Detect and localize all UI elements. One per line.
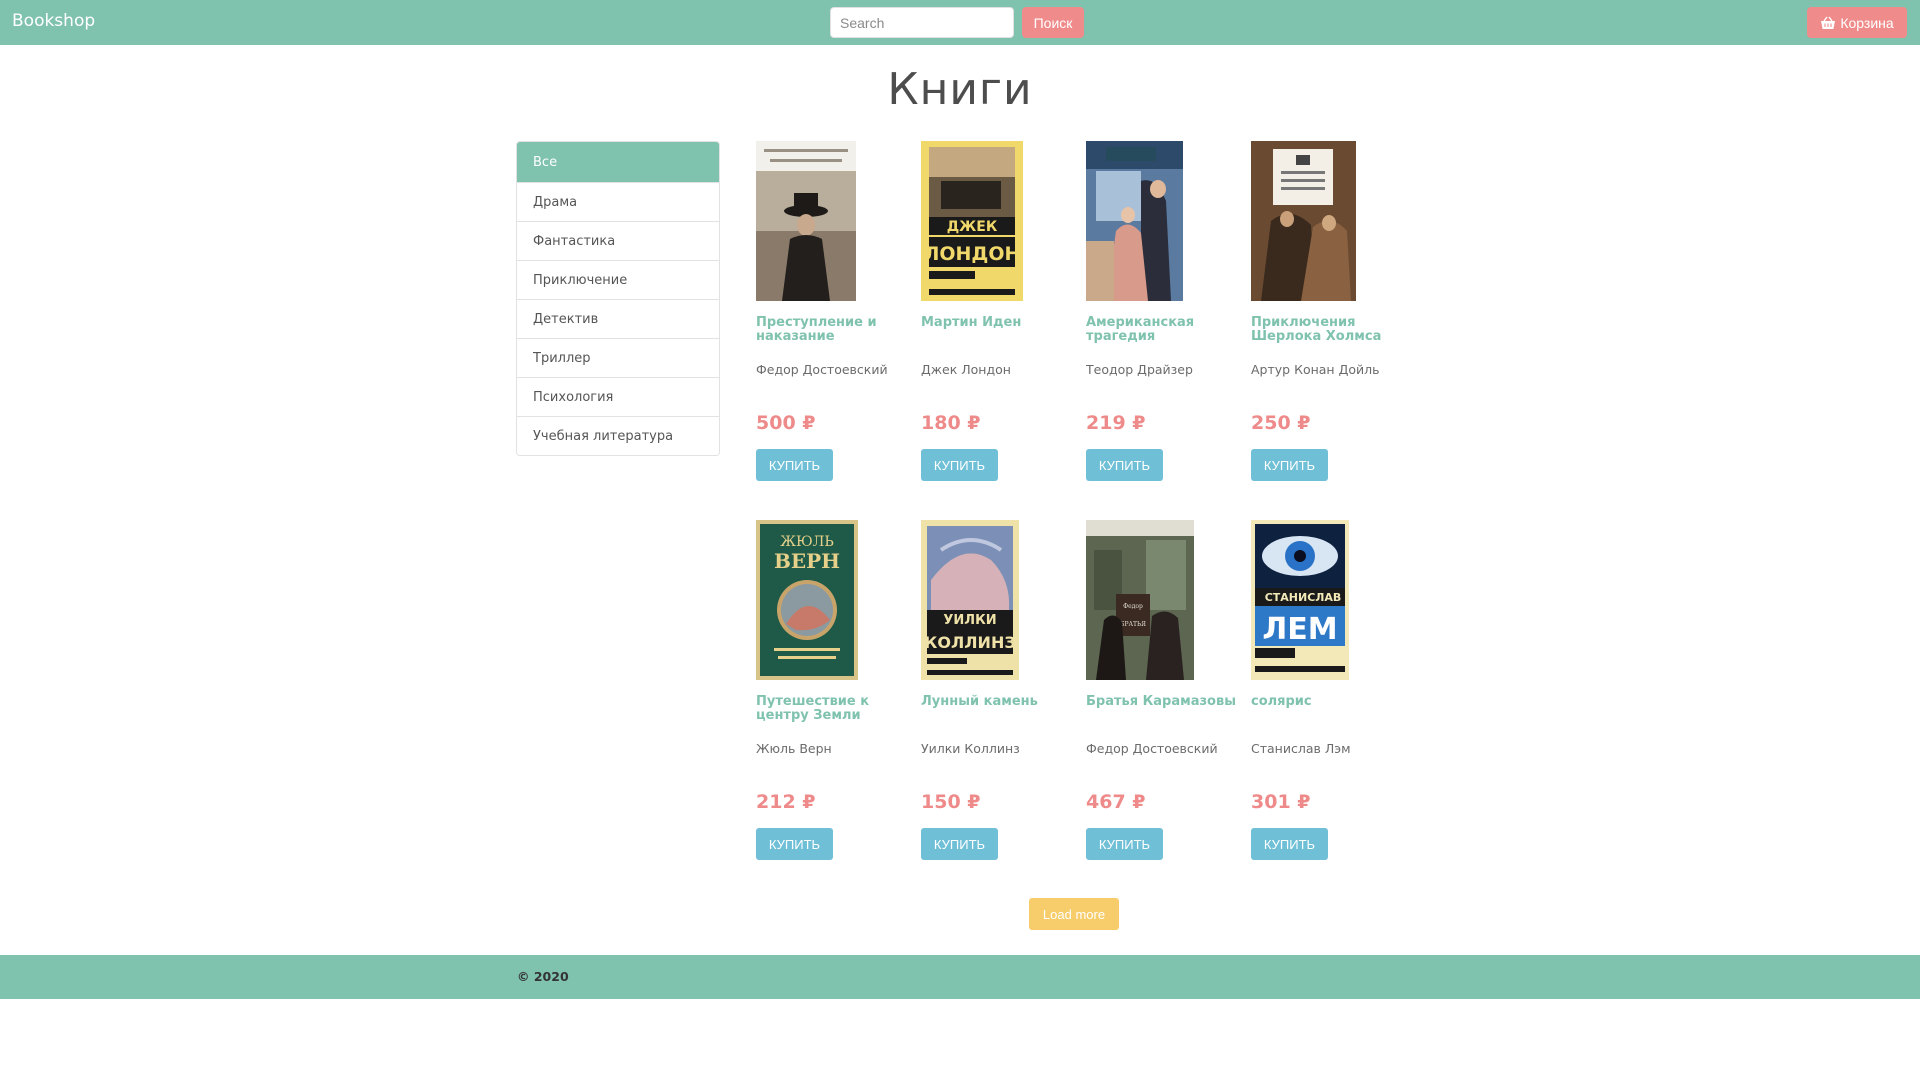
category-item-educational[interactable]: Учебная литература [517,416,719,455]
category-item-fantasy[interactable]: Фантастика [517,221,719,260]
book-price: 500 ₽ [756,412,816,434]
footer: © 2020 [0,955,1920,999]
brand-logo[interactable]: Bookshop [12,11,95,31]
book-card: ЖЮЛЬ ВЕРН Путешествие к центру Земли Жюл… [756,520,906,860]
load-more-button[interactable]: Load more [1029,898,1119,930]
book-price: 467 ₽ [1086,791,1146,813]
buy-button[interactable]: КУПИТЬ [1086,828,1163,860]
book-author: Станислав Лэм [1251,741,1351,756]
book-author: Федор Достоевский [756,362,888,377]
book-card: УИЛКИ КОЛЛИНЗ Лунный камень Уилки Коллин… [921,520,1071,860]
page-title: Книги [887,64,1033,115]
category-item-drama[interactable]: Драма [517,182,719,221]
svg-text:ДЖЕК: ДЖЕК [947,219,998,235]
book-cover-image[interactable]: Федор БРАТЬЯ [1086,520,1236,680]
book-cover-image[interactable] [1086,141,1236,301]
book-author: Теодор Драйзер [1086,362,1193,377]
buy-button[interactable]: КУПИТЬ [921,449,998,481]
book-card: Приключения Шерлока Холмса Артур Конан Д… [1251,141,1401,481]
copyright-text: © 2020 [517,969,569,984]
book-price: 180 ₽ [921,412,981,434]
category-item-detective[interactable]: Детектив [517,299,719,338]
svg-text:СТАНИСЛАВ: СТАНИСЛАВ [1265,591,1342,604]
book-author: Джек Лондон [921,362,1011,377]
book-author: Уилки Коллинз [921,741,1020,756]
svg-text:БРАТЬЯ: БРАТЬЯ [1120,621,1146,628]
category-item-thriller[interactable]: Триллер [517,338,719,377]
book-price: 150 ₽ [921,791,981,813]
book-price: 219 ₽ [1086,412,1146,434]
book-title-link[interactable]: Путешествие к центру Земли [756,695,906,725]
book-card: ДЖЕК ЛОНДОН Мартин Иден Джек Лондон 180 … [921,141,1071,481]
category-item-all[interactable]: Все [517,142,719,182]
book-title-link[interactable]: Лунный камень [921,695,1071,725]
category-item-adventure[interactable]: Приключение [517,260,719,299]
svg-text:ЖЮЛЬ: ЖЮЛЬ [780,534,834,550]
book-author: Жюль Верн [756,741,832,756]
svg-text:ЛОНДОН: ЛОНДОН [924,243,1021,265]
search-input[interactable] [830,7,1014,38]
svg-text:УИЛКИ: УИЛКИ [943,613,996,628]
book-cover-image[interactable]: УИЛКИ КОЛЛИНЗ [921,520,1071,680]
book-price: 301 ₽ [1251,791,1311,813]
cart-label: Корзина [1840,14,1894,31]
svg-text:ЛЕМ: ЛЕМ [1262,612,1337,647]
book-title-link[interactable]: Мартин Иден [921,316,1071,346]
book-price: 212 ₽ [756,791,816,813]
book-cover-image[interactable]: СТАНИСЛАВ ЛЕМ [1251,520,1401,680]
buy-button[interactable]: КУПИТЬ [1251,449,1328,481]
book-cover-image[interactable] [1251,141,1401,301]
buy-button[interactable]: КУПИТЬ [756,828,833,860]
buy-button[interactable]: КУПИТЬ [756,449,833,481]
svg-text:КОЛЛИНЗ: КОЛЛИНЗ [924,633,1015,652]
book-card: Американская трагедия Теодор Драйзер 219… [1086,141,1236,481]
buy-button[interactable]: КУПИТЬ [921,828,998,860]
book-price: 250 ₽ [1251,412,1311,434]
category-sidebar: Все Драма Фантастика Приключение Детекти… [516,141,720,456]
navbar: Bookshop Поиск Корзина [0,0,1920,45]
book-card: Федор БРАТЬЯ Братья Карамазовы Федор Дос… [1086,520,1236,860]
book-title-link[interactable]: солярис [1251,695,1401,725]
book-cover-image[interactable]: ДЖЕК ЛОНДОН [921,141,1071,301]
book-title-link[interactable]: Приключения Шерлока Холмса [1251,316,1401,346]
book-title-link[interactable]: Братья Карамазовы [1086,695,1236,725]
book-card: СТАНИСЛАВ ЛЕМ солярис Станислав Лэм 301 … [1251,520,1401,860]
svg-text:Федор: Федор [1123,603,1143,610]
buy-button[interactable]: КУПИТЬ [1086,449,1163,481]
book-card: Преступление и наказание Федор Достоевск… [756,141,906,481]
buy-button[interactable]: КУПИТЬ [1251,828,1328,860]
book-title-link[interactable]: Американская трагедия [1086,316,1236,346]
book-author: Федор Достоевский [1086,741,1218,756]
book-title-link[interactable]: Преступление и наказание [756,316,906,346]
book-cover-image[interactable]: ЖЮЛЬ ВЕРН [756,520,906,680]
book-author: Артур Конан Дойль [1251,362,1380,377]
cart-button[interactable]: Корзина [1807,7,1907,38]
category-item-psychology[interactable]: Психология [517,377,719,416]
book-cover-image[interactable] [756,141,906,301]
search-button[interactable]: Поиск [1022,7,1084,38]
svg-text:ВЕРН: ВЕРН [774,549,840,573]
basket-icon [1821,16,1836,29]
